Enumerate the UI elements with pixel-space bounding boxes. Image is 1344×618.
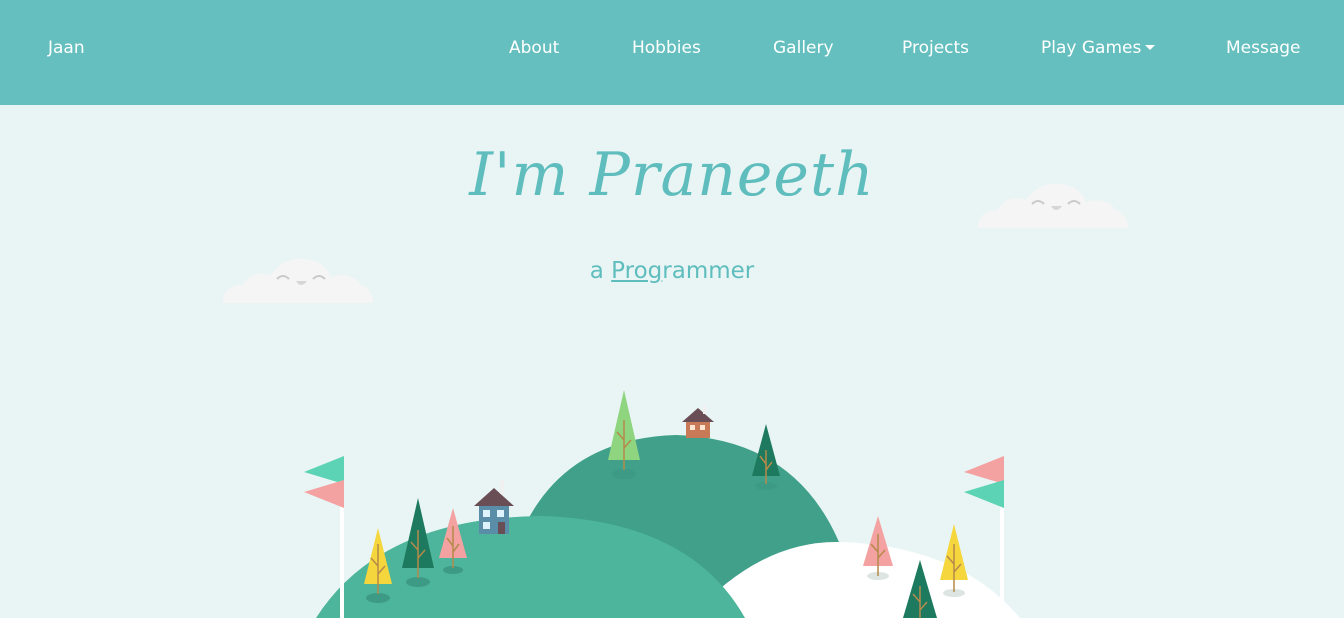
subtitle-prefix: a <box>589 258 604 284</box>
nav-gallery[interactable]: Gallery <box>773 38 834 58</box>
nav-hobbies[interactable]: Hobbies <box>632 38 701 58</box>
nav-projects[interactable]: Projects <box>902 38 969 58</box>
brand-link[interactable]: Jaan <box>48 38 85 58</box>
hero-subtitle: a Programmer <box>0 258 1344 284</box>
subtitle-typed-part: Prog <box>611 258 663 284</box>
nav-about[interactable]: About <box>509 38 559 58</box>
nav-message[interactable]: Message <box>1226 38 1301 58</box>
nav-play-games-dropdown[interactable]: Play Games <box>1041 38 1156 58</box>
hills-landscape-image <box>304 390 1020 618</box>
nav-play-games-label: Play Games <box>1041 38 1142 58</box>
hero-title: I'm Praneeth <box>469 140 875 210</box>
subtitle-rest: rammer <box>662 258 755 284</box>
navbar: Jaan About Hobbies Gallery Projects Play… <box>0 0 1344 105</box>
caret-down-icon <box>1145 45 1156 50</box>
cloud-left-image <box>223 258 373 303</box>
cloud-right-image <box>978 183 1128 228</box>
